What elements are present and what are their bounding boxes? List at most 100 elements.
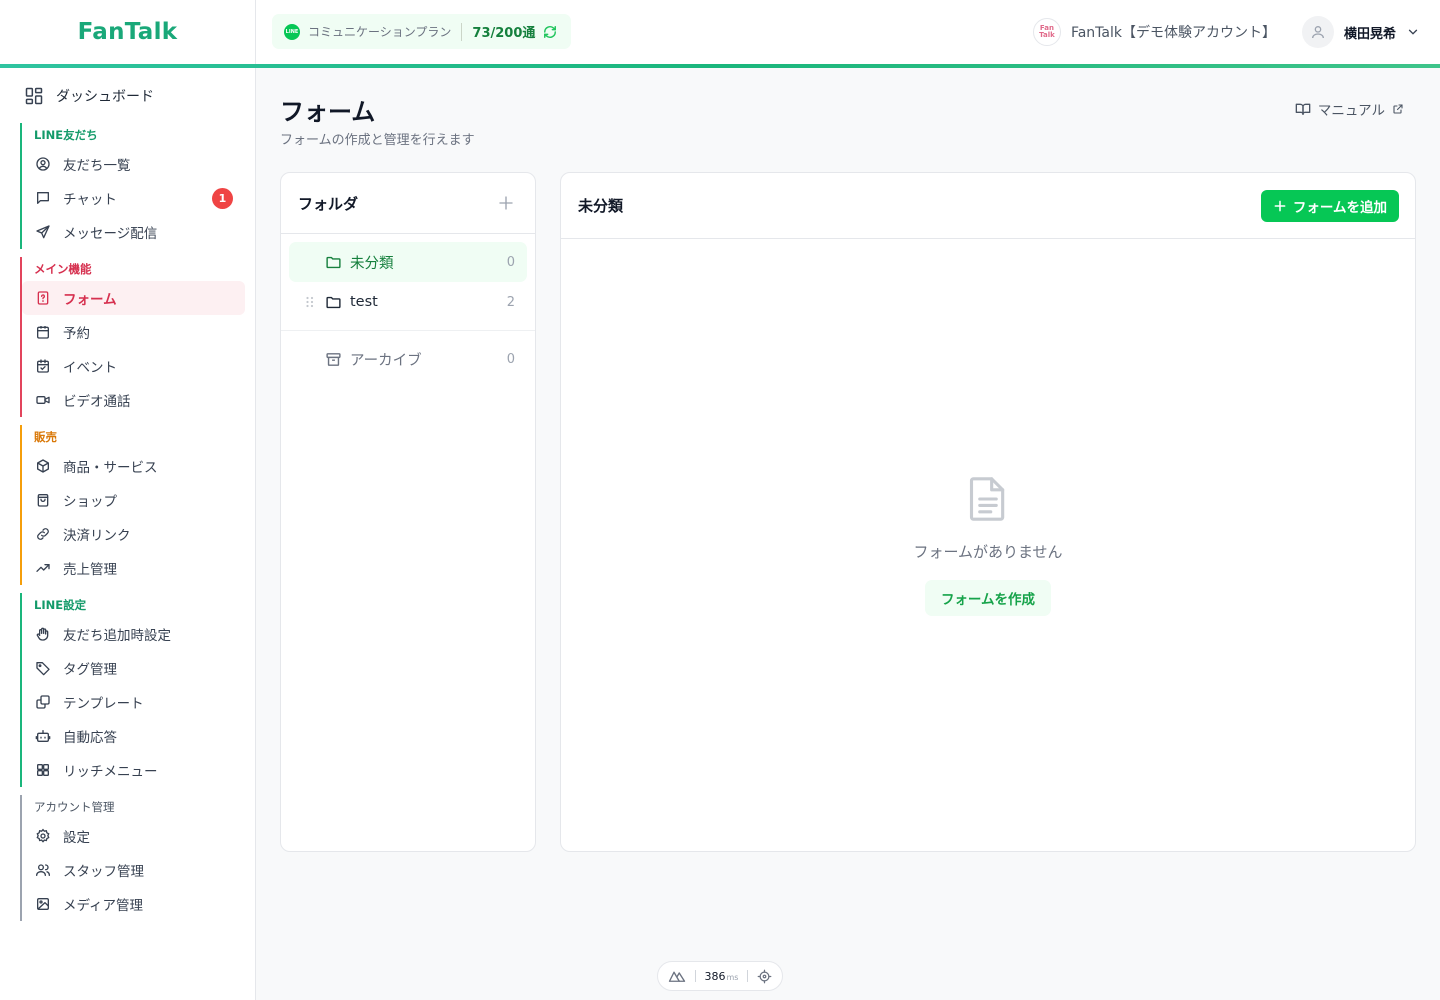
sidebar-item-reservation[interactable]: 予約 [22,315,245,349]
perf-divider [747,970,749,982]
sidebar-item-staff-management[interactable]: スタッフ管理 [22,853,245,887]
dashboard-label: ダッシュボード [56,89,154,105]
current-folder-title: 未分類 [578,197,624,215]
group-title: LINE友だち [34,128,98,142]
send-icon [36,225,50,239]
sidebar-item-tag-management[interactable]: タグ管理 [22,651,245,685]
user-avatar[interactable] [1301,16,1334,48]
perf-divider [694,970,696,982]
sidebar-item-message-delivery[interactable]: メッセージ配信 [22,215,245,249]
top-header: FanTalk LINE コミュニケーションプラン 73/200通 Fan Ta… [0,0,1440,65]
image-icon [37,898,49,910]
create-form-button[interactable]: フォームを作成 [924,580,1052,616]
nav-group-line-friends: LINE友だち 友だち一覧 チャット 1 メッセージ配信 [20,123,245,249]
calendar-icon [37,326,49,339]
calendar-check-icon [37,359,49,373]
shopping-bag-icon [37,494,49,507]
folder-divider [281,330,535,331]
sidebar-item-form[interactable]: フォーム [22,281,245,315]
perf-readout: 386ms [704,969,739,983]
sidebar-item-friends-list[interactable]: 友だち一覧 [22,147,245,181]
logo-area[interactable]: FanTalk [0,0,256,64]
folder-item-test[interactable]: test 2 [289,282,527,322]
folder-count: 2 [506,294,515,310]
grid-icon [37,764,49,776]
package-icon [37,459,49,473]
app-logo[interactable]: FanTalk [78,19,178,45]
page-subtitle: フォームの作成と管理を行えます [280,133,475,148]
sidebar-item-settings[interactable]: 設定 [22,819,245,853]
sidebar-item-dashboard[interactable]: ダッシュボード [24,86,154,106]
unread-badge: 1 [212,188,233,209]
folder-item-archive[interactable]: アーカイブ 0 [289,339,527,379]
folder-icon [326,256,341,268]
document-icon [969,477,1005,521]
archive-count: 0 [506,351,515,367]
sidebar-item-friend-add-settings[interactable]: 友だち追加時設定 [22,617,245,651]
dashboard-icon [25,87,43,105]
users-icon [36,864,50,876]
sidebar-item-shop[interactable]: ショップ [22,483,245,517]
sidebar-item-products[interactable]: 商品・サービス [22,449,245,483]
refresh-icon[interactable] [543,25,557,39]
crosshair-icon[interactable] [757,969,772,984]
hand-icon [36,627,49,641]
empty-state: フォームがありません フォームを作成 [561,475,1415,616]
sidebar-item-media-management[interactable]: メディア管理 [22,887,245,921]
folder-item-uncategorized[interactable]: 未分類 0 [289,242,527,282]
folder-icon [326,296,341,308]
tag-icon [36,662,50,676]
plus-icon [1274,200,1286,211]
user-circle-icon [36,157,50,171]
sidebar: ダッシュボード LINE友だち 友だち一覧 チャット 1 メッセージ配信 メイン… [0,68,256,1000]
line-icon: LINE [284,23,300,40]
nav-group-sales: 販売 商品・サービス ショップ 決済リンク 売上管理 [20,425,245,585]
add-folder-icon[interactable] [497,194,515,212]
add-form-button[interactable]: フォームを追加 [1260,189,1399,222]
perf-indicator: 386ms [657,961,783,991]
group-title: メイン機能 [34,262,92,276]
sidebar-item-event[interactable]: イベント [22,349,245,383]
link-icon [37,528,49,540]
nav-group-line-settings: LINE設定 友だち追加時設定 タグ管理 テンプレート 自動応答 リッチメニュー [20,593,245,787]
plan-label: コミュニケーションプラン [308,25,452,39]
archive-icon [326,352,341,366]
chevron-down-icon[interactable] [1406,25,1420,39]
sidebar-item-chat[interactable]: チャット 1 [22,181,245,215]
page-title: フォーム [280,98,376,126]
sidebar-item-rich-menu[interactable]: リッチメニュー [22,753,245,787]
folder-panel-header: フォルダ [281,173,535,234]
sidebar-item-template[interactable]: テンプレート [22,685,245,719]
nav-group-account-management: アカウント管理 設定 スタッフ管理 メディア管理 [20,795,245,921]
folder-panel: フォルダ 未分類 0 test 2 アーカイブ 0 [280,172,536,852]
folder-panel-title: フォルダ [298,194,359,213]
group-title: LINE設定 [34,598,87,612]
external-link-icon [1393,104,1403,114]
manual-label: マニュアル [1317,103,1385,119]
account-avatar[interactable]: Fan Talk [1032,18,1061,46]
video-icon [36,396,50,404]
user-name[interactable]: 横田晃希 [1344,23,1396,42]
sidebar-item-sales-management[interactable]: 売上管理 [22,551,245,585]
sidebar-item-auto-reply[interactable]: 自動応答 [22,719,245,753]
user-icon [1311,26,1324,39]
account-name[interactable]: FanTalk【デモ体験アカウント】 [1071,22,1276,42]
chat-icon [37,192,49,204]
nav-group-main-features: メイン機能 フォーム 予約 イベント ビデオ通話 [20,257,245,417]
empty-state-text: フォームがありません [913,543,1063,561]
form-list-panel: 未分類 フォームを追加 フォームがありません フォームを作成 [560,172,1416,852]
sidebar-item-payment-link[interactable]: 決済リンク [22,517,245,551]
folder-name: test [350,294,378,310]
trending-up-icon [36,564,50,572]
message-count: 73/200通 [472,26,536,41]
sidebar-item-video-call[interactable]: ビデオ通話 [22,383,245,417]
nuxt-icon[interactable] [668,970,686,982]
book-open-icon [1295,103,1311,115]
drag-handle-icon[interactable] [305,296,315,308]
form-icon [37,291,49,305]
form-list-header: 未分類 フォームを追加 [561,173,1415,239]
bot-icon [35,730,51,742]
manual-link[interactable]: マニュアル [1295,99,1404,119]
group-title: 販売 [34,430,57,444]
plan-divider [461,22,463,41]
